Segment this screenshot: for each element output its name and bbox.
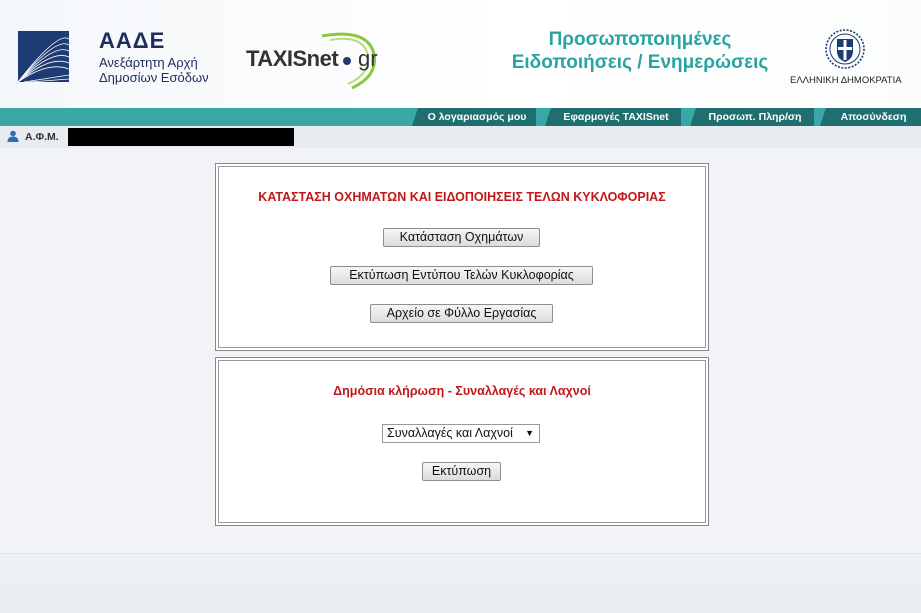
page-footer-area <box>0 553 921 613</box>
page-title: Προσωποποιημένες Ειδοποιήσεις / Ενημερώσ… <box>480 28 800 74</box>
transactions-select[interactable]: Συναλλαγές και Λαχνοί ▼ <box>382 424 540 443</box>
aade-title: ΑΑΔΕ <box>99 28 166 53</box>
vehicles-panel: ΚΑΤΑΣΤΑΣΗ ΟΧΗΜΑΤΩΝ ΚΑΙ ΕΙΔΟΠΟΙΗΣΕΙΣ ΤΕΛΩ… <box>215 163 709 351</box>
transactions-select-value: Συναλλαγές και Λαχνοί <box>387 426 513 440</box>
user-bar: Α.Φ.Μ. <box>0 126 921 148</box>
navigation-bar: Ο λογαριασμός μου Εφαρμογές TAXISnet Προ… <box>0 108 921 126</box>
taxisnet-logo: TAXISnet gr <box>246 30 396 90</box>
taxisnet-name: TAXISnet <box>246 46 339 71</box>
emblem-label: ΕΛΛΗΝΙΚΗ ΔΗΜΟΚΡΑΤΙΑ <box>790 75 902 86</box>
afm-label: Α.Φ.Μ. <box>25 131 59 143</box>
vehicle-status-button[interactable]: Κατάσταση Οχημάτων <box>383 228 540 247</box>
nav-tab-personal-info[interactable]: Προσωπ. Πληρ/ση <box>690 108 814 126</box>
greek-emblem-icon <box>825 29 865 69</box>
page-title-line1: Προσωποποιημένες <box>548 29 732 50</box>
spreadsheet-export-button[interactable]: Αρχείο σε Φύλλο Εργασίας <box>370 304 553 323</box>
lottery-panel-title: Δημόσια κλήρωση - Συναλλαγές και Λαχνοί <box>333 384 591 398</box>
print-button[interactable]: Εκτύπωση <box>422 462 501 481</box>
nav-tab-logout[interactable]: Αποσύνδεση <box>820 108 921 126</box>
taxisnet-suffix: gr <box>358 46 378 71</box>
aade-subtitle-line2: Δημοσίων Εσόδων <box>99 70 209 85</box>
nav-tab-taxisnet-apps[interactable]: Εφαρμογές TAXISnet <box>545 108 681 126</box>
nav-tab-my-account[interactable]: Ο λογαριασμός μου <box>412 108 536 126</box>
page-title-line2: Ειδοποιήσεις / Ενημερώσεις <box>511 52 769 73</box>
afm-value-redacted <box>68 128 294 146</box>
print-circulation-fees-form-button[interactable]: Εκτύπωση Εντύπου Τελών Κυκλοφορίας <box>330 266 593 285</box>
aade-logo <box>18 31 69 82</box>
lottery-panel: Δημόσια κλήρωση - Συναλλαγές και Λαχνοί … <box>215 357 709 526</box>
user-icon <box>7 130 19 142</box>
chevron-down-icon: ▼ <box>525 428 534 438</box>
page-header: ΑΑΔΕ Ανεξάρτητη Αρχή Δημοσίων Εσόδων TAX… <box>0 0 921 108</box>
aade-subtitle-line1: Ανεξάρτητη Αρχή <box>99 55 198 70</box>
aade-subtitle: Ανεξάρτητη Αρχή Δημοσίων Εσόδων <box>99 55 229 85</box>
vehicles-panel-title: ΚΑΤΑΣΤΑΣΗ ΟΧΗΜΑΤΩΝ ΚΑΙ ΕΙΔΟΠΟΙΗΣΕΙΣ ΤΕΛΩ… <box>258 190 666 204</box>
